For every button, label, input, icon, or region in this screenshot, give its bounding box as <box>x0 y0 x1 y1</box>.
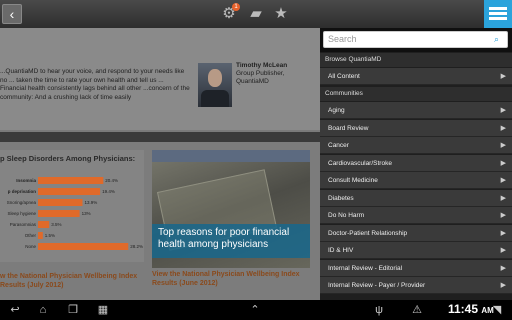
chat-icon[interactable]: ▰ <box>247 5 265 23</box>
chart-bar <box>38 199 83 206</box>
community-item[interactable]: Internal Review - Payer / Provider ▶ <box>320 277 512 294</box>
chart-category-label: p deprivation <box>8 189 37 194</box>
wifi-icon: ◥ <box>492 304 502 316</box>
chart-category-label: Parasomnias <box>10 222 37 227</box>
community-item-label: Internal Review - Payer / Provider <box>328 282 426 289</box>
chart-value-label: 1.5% <box>45 233 55 238</box>
usb-icon: ψ <box>375 304 383 316</box>
author-name: Timothy McLean <box>236 62 288 69</box>
browse-panel: Search ⌕ Browse QuantiaMD All Content ▶ C… <box>320 28 512 300</box>
back-nav-icon[interactable]: ↩ <box>8 303 22 317</box>
author-photo <box>198 63 232 107</box>
all-content-item[interactable]: All Content ▶ <box>320 68 512 85</box>
community-item[interactable]: Board Review ▶ <box>320 119 512 137</box>
clock: 11:45 AM <box>448 302 494 316</box>
community-item[interactable]: Consult Medicine ▶ <box>320 172 512 189</box>
chart-bar <box>38 188 101 195</box>
community-item[interactable]: Do No Harm ▶ <box>320 207 512 224</box>
author-org: QuantiaMD <box>236 78 269 85</box>
author-block: Timothy McLean Group Publisher, QuantiaM… <box>236 62 287 86</box>
financial-headline: Top reasons for poor financial health am… <box>158 227 290 250</box>
community-item[interactable]: Cancer ▶ <box>320 137 512 154</box>
financial-health-card[interactable]: Top reasons for poor financial health am… <box>152 150 310 268</box>
notification-badge: 1 <box>232 3 240 11</box>
star-icon[interactable]: ★ <box>272 5 290 23</box>
community-item-label: Consult Medicine <box>328 177 378 184</box>
main-content: ...QuantiaMD to hear your voice, and res… <box>0 28 320 300</box>
chevron-right-icon: ▶ <box>500 142 506 149</box>
chart-bar <box>38 177 104 184</box>
chart-category-label: Insomnia <box>16 178 36 183</box>
chart-value-label: 13% <box>82 211 91 216</box>
recent-apps-icon[interactable]: ❐ <box>66 303 80 317</box>
system-nav-bar: ↩ ⌂ ❐ ▦ ⌃ ψ ⚠ 11:45 AM ◥ <box>0 300 512 320</box>
search-icon[interactable]: ⌕ <box>494 35 503 44</box>
community-item[interactable]: Aging ▶ <box>320 102 512 119</box>
community-item[interactable]: Diabetes ▶ <box>320 189 512 207</box>
section-divider <box>0 132 320 142</box>
chart-bar <box>38 210 80 217</box>
home-icon[interactable]: ⌂ <box>36 303 50 317</box>
chevron-right-icon: ▶ <box>500 177 506 184</box>
chart-title: p Sleep Disorders Among Physicians: <box>0 154 136 163</box>
chevron-right-icon: ▶ <box>500 73 506 80</box>
chart-category-label: None <box>25 244 36 249</box>
community-item-label: Do No Harm <box>328 212 365 219</box>
wellbeing-june-link[interactable]: View the National Physician Wellbeing In… <box>152 270 312 288</box>
community-item-label: Board Review <box>328 124 369 132</box>
community-item[interactable]: Doctor-Patient Relationship ▶ <box>320 224 512 242</box>
author-role: Group Publisher, <box>236 70 285 77</box>
sleep-chart: Insomnia 20.4% p deprivation 19.4% Snoring/a… <box>7 177 143 250</box>
sleep-chart-card[interactable]: p Sleep Disorders Among Physicians: Inso… <box>0 150 144 262</box>
article-cards: p Sleep Disorders Among Physicians: Inso… <box>0 142 320 300</box>
chevron-right-icon: ▶ <box>500 264 506 272</box>
chevron-right-icon: ▶ <box>500 229 506 237</box>
search-placeholder: Search <box>328 34 357 44</box>
chevron-up-icon[interactable]: ⌃ <box>248 303 262 317</box>
community-item[interactable]: Internal Review - Editorial ▶ <box>320 259 512 277</box>
community-item-label: Cardiovascular/Stroke <box>328 159 392 167</box>
community-item[interactable]: Cardiovascular/Stroke ▶ <box>320 154 512 172</box>
chevron-right-icon: ▶ <box>500 194 506 202</box>
community-item[interactable]: ID & HIV ▶ <box>320 242 512 259</box>
chart-value-label: 28.2% <box>130 244 143 249</box>
menu-icon[interactable] <box>484 0 512 28</box>
chart-value-label: 13.9% <box>84 200 97 205</box>
communities-header: Communities <box>320 87 512 101</box>
chart-category-label: Other <box>25 233 37 238</box>
community-item-label: ID & HIV <box>328 247 354 254</box>
publisher-note: ...QuantiaMD to hear your voice, and res… <box>0 28 320 130</box>
chart-value-label: 19.4% <box>102 189 115 194</box>
chevron-right-icon: ▶ <box>500 124 506 132</box>
top-action-bar: ‹ ⚙ 1 ▰ ★ <box>0 0 512 28</box>
chevron-right-icon: ▶ <box>500 107 506 114</box>
chart-value-label: 20.4% <box>105 178 118 183</box>
search-input[interactable]: Search ⌕ <box>323 31 508 48</box>
community-item-label: Doctor-Patient Relationship <box>328 229 408 237</box>
screenshot-icon[interactable]: ▦ <box>96 303 110 317</box>
android-debug-icon: ⚠ <box>412 304 422 316</box>
back-icon[interactable]: ‹ <box>2 4 22 24</box>
chart-bar <box>38 243 129 250</box>
chevron-right-icon: ▶ <box>500 212 506 219</box>
chevron-right-icon: ▶ <box>500 282 506 289</box>
community-item-label: Diabetes <box>328 194 354 202</box>
chevron-right-icon: ▶ <box>500 159 506 167</box>
chart-value-label: 3.5% <box>51 222 61 227</box>
chevron-right-icon: ▶ <box>500 247 506 254</box>
chart-category-label: Sleep hygiene <box>7 211 36 216</box>
chart-bar <box>38 221 50 228</box>
browse-header: Browse QuantiaMD <box>320 53 512 67</box>
community-item-label: Aging <box>328 107 345 114</box>
chart-bar <box>38 232 43 239</box>
community-item-label: Cancer <box>328 142 349 149</box>
community-item-label: Internal Review - Editorial <box>328 264 403 272</box>
chart-category-label: Snoring/apnea <box>7 200 37 205</box>
wellbeing-july-link[interactable]: w the National Physician Wellbeing Index… <box>0 272 145 290</box>
publisher-note-text: ...QuantiaMD to hear your voice, and res… <box>0 68 190 101</box>
